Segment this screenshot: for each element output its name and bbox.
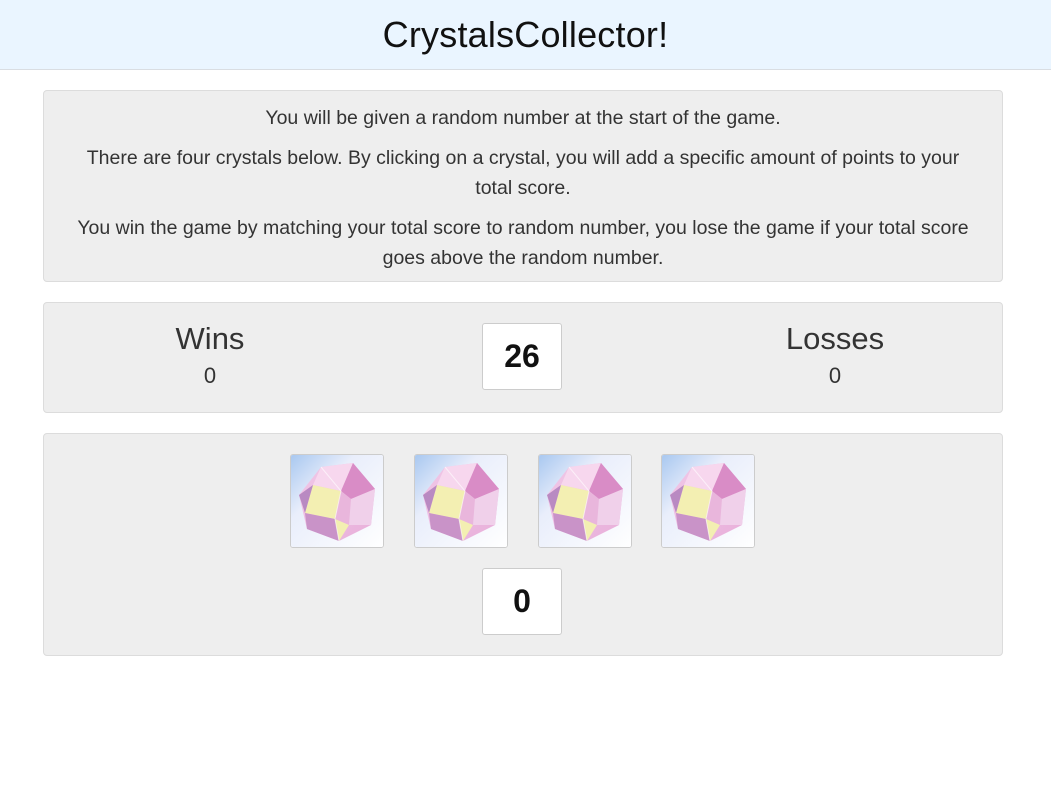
page-title: CrystalsCollector! [382,13,669,55]
crystal-button-4[interactable] [661,454,755,548]
page-header: CrystalsCollector! [0,0,1051,70]
instruction-line-1: You will be given a random number at the… [265,107,781,129]
instructions-panel: You will be given a random number at the… [43,90,1003,282]
instruction-line-2: There are four crystals below. By clicki… [86,147,960,199]
wins-stat: Wins 0 [110,321,310,391]
total-score: 0 [482,568,562,635]
target-number: 26 [482,323,562,390]
crystal-icon [662,455,754,547]
crystal-icon [415,455,507,547]
wins-value: 0 [203,363,217,388]
losses-value: 0 [828,363,842,388]
crystal-button-2[interactable] [414,454,508,548]
wins-label: Wins [175,321,245,356]
crystal-button-3[interactable] [538,454,632,548]
losses-stat: Losses 0 [735,321,935,391]
crystal-button-1[interactable] [290,454,384,548]
crystal-icon [291,455,383,547]
scoreboard-panel: Wins 0 26 Losses 0 [43,302,1003,413]
instruction-line-3: You win the game by matching your total … [77,217,969,269]
losses-label: Losses [785,321,885,356]
crystal-icon [539,455,631,547]
crystals-panel: 0 [43,433,1003,656]
